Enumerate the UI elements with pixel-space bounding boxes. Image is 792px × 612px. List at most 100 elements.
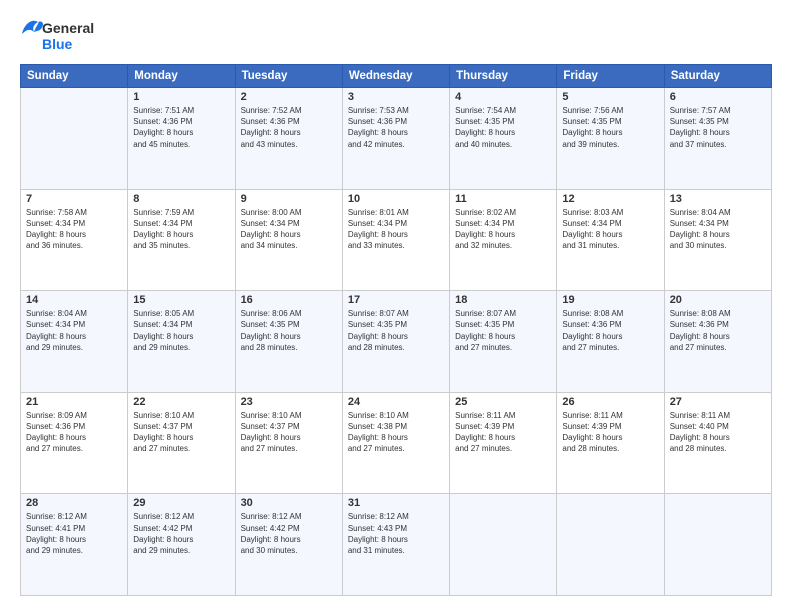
day-number: 21	[26, 396, 122, 408]
calendar-cell: 31Sunrise: 8:12 AMSunset: 4:43 PMDayligh…	[342, 494, 449, 596]
calendar-cell: 26 Sunrise: 8:11 AMSunset: 4:39 PMDayligh…	[557, 392, 664, 494]
day-info: Sunrise: 8:08 AMSunset: 4:36 PMDaylight:…	[562, 308, 658, 353]
day-info: Sunrise: 8:08 AMSunset: 4:36 PMDaylight:…	[670, 308, 766, 353]
day-info: Sunrise: 8:12 AMSunset: 4:42 PMDaylight:…	[241, 511, 337, 556]
day-number: 30	[241, 497, 337, 509]
calendar-cell: 2 Sunrise: 7:52 AMSunset: 4:36 PMDaylight…	[235, 88, 342, 190]
calendar-cell: 27 Sunrise: 8:11 AMSunset: 4:40 PMDayligh…	[664, 392, 771, 494]
day-info: Sunrise: 8:01 AMSunset: 4:34 PMDaylight:…	[348, 207, 444, 252]
day-number: 24	[348, 396, 444, 408]
calendar-cell: 21 Sunrise: 8:09 AMSunset: 4:36 PMDayligh…	[21, 392, 128, 494]
day-info: Sunrise: 8:10 AMSunset: 4:37 PMDaylight:…	[241, 410, 337, 455]
calendar-cell: 6 Sunrise: 7:57 AMSunset: 4:35 PMDaylight…	[664, 88, 771, 190]
calendar-cell: 11Sunrise: 8:02 AMSunset: 4:34 PMDayligh…	[450, 189, 557, 291]
day-number: 28	[26, 497, 122, 509]
calendar-header-thursday: Thursday	[450, 65, 557, 88]
day-number: 12	[562, 193, 658, 205]
day-number: 17	[348, 294, 444, 306]
day-info: Sunrise: 7:58 AMSunset: 4:34 PMDaylight:…	[26, 207, 122, 252]
day-number: 5	[562, 91, 658, 103]
calendar-week-row: 21 Sunrise: 8:09 AMSunset: 4:36 PMDayligh…	[21, 392, 772, 494]
calendar-header-row: SundayMondayTuesdayWednesdayThursdayFrid…	[21, 65, 772, 88]
calendar-cell: 5 Sunrise: 7:56 AMSunset: 4:35 PMDaylight…	[557, 88, 664, 190]
day-number: 10	[348, 193, 444, 205]
day-info: Sunrise: 8:11 AMSunset: 4:39 PMDaylight:…	[455, 410, 551, 455]
calendar-header-saturday: Saturday	[664, 65, 771, 88]
page: GeneralBlue SundayMondayTuesdayWednesday…	[0, 0, 792, 612]
calendar-cell: 28 Sunrise: 8:12 AMSunset: 4:41 PMDayligh…	[21, 494, 128, 596]
calendar-week-row: 1Sunrise: 7:51 AMSunset: 4:36 PMDaylight…	[21, 88, 772, 190]
calendar-cell: 15Sunrise: 8:05 AMSunset: 4:34 PMDayligh…	[128, 291, 235, 393]
day-info: Sunrise: 8:10 AMSunset: 4:37 PMDaylight:…	[133, 410, 229, 455]
day-number: 9	[241, 193, 337, 205]
day-number: 27	[670, 396, 766, 408]
day-info: Sunrise: 8:04 AMSunset: 4:34 PMDaylight:…	[26, 308, 122, 353]
calendar-cell	[450, 494, 557, 596]
day-info: Sunrise: 8:11 AMSunset: 4:39 PMDaylight:…	[562, 410, 658, 455]
calendar-cell: 17 Sunrise: 8:07 AMSunset: 4:35 PMDayligh…	[342, 291, 449, 393]
day-number: 19	[562, 294, 658, 306]
calendar-week-row: 28 Sunrise: 8:12 AMSunset: 4:41 PMDayligh…	[21, 494, 772, 596]
day-info: Sunrise: 8:09 AMSunset: 4:36 PMDaylight:…	[26, 410, 122, 455]
day-number: 11	[455, 193, 551, 205]
calendar-week-row: 7Sunrise: 7:58 AMSunset: 4:34 PMDaylight…	[21, 189, 772, 291]
day-info: Sunrise: 7:51 AMSunset: 4:36 PMDaylight:…	[133, 105, 229, 150]
svg-text:General: General	[42, 20, 94, 36]
day-info: Sunrise: 8:06 AMSunset: 4:35 PMDaylight:…	[241, 308, 337, 353]
day-number: 22	[133, 396, 229, 408]
calendar-cell: 29Sunrise: 8:12 AMSunset: 4:42 PMDayligh…	[128, 494, 235, 596]
day-info: Sunrise: 7:56 AMSunset: 4:35 PMDaylight:…	[562, 105, 658, 150]
calendar-header-tuesday: Tuesday	[235, 65, 342, 88]
calendar-cell	[664, 494, 771, 596]
day-number: 13	[670, 193, 766, 205]
day-number: 20	[670, 294, 766, 306]
day-info: Sunrise: 7:59 AMSunset: 4:34 PMDaylight:…	[133, 207, 229, 252]
calendar-cell: 18 Sunrise: 8:07 AMSunset: 4:35 PMDayligh…	[450, 291, 557, 393]
calendar-cell: 23Sunrise: 8:10 AMSunset: 4:37 PMDayligh…	[235, 392, 342, 494]
day-number: 29	[133, 497, 229, 509]
calendar-cell: 4 Sunrise: 7:54 AMSunset: 4:35 PMDaylight…	[450, 88, 557, 190]
day-info: Sunrise: 8:04 AMSunset: 4:34 PMDaylight:…	[670, 207, 766, 252]
header: GeneralBlue	[20, 16, 772, 54]
day-number: 14	[26, 294, 122, 306]
calendar-cell	[557, 494, 664, 596]
calendar-cell: 22 Sunrise: 8:10 AMSunset: 4:37 PMDayligh…	[128, 392, 235, 494]
calendar-cell: 14 Sunrise: 8:04 AMSunset: 4:34 PMDayligh…	[21, 291, 128, 393]
svg-text:Blue: Blue	[42, 36, 73, 52]
day-number: 2	[241, 91, 337, 103]
day-info: Sunrise: 7:54 AMSunset: 4:35 PMDaylight:…	[455, 105, 551, 150]
calendar-cell: 30 Sunrise: 8:12 AMSunset: 4:42 PMDayligh…	[235, 494, 342, 596]
day-number: 3	[348, 91, 444, 103]
day-info: Sunrise: 7:57 AMSunset: 4:35 PMDaylight:…	[670, 105, 766, 150]
calendar-cell: 12 Sunrise: 8:03 AMSunset: 4:34 PMDayligh…	[557, 189, 664, 291]
day-info: Sunrise: 8:03 AMSunset: 4:34 PMDaylight:…	[562, 207, 658, 252]
day-info: Sunrise: 7:53 AMSunset: 4:36 PMDaylight:…	[348, 105, 444, 150]
day-info: Sunrise: 8:12 AMSunset: 4:41 PMDaylight:…	[26, 511, 122, 556]
day-number: 6	[670, 91, 766, 103]
calendar-cell: 20 Sunrise: 8:08 AMSunset: 4:36 PMDayligh…	[664, 291, 771, 393]
day-number: 31	[348, 497, 444, 509]
day-info: Sunrise: 8:11 AMSunset: 4:40 PMDaylight:…	[670, 410, 766, 455]
calendar-cell: 9Sunrise: 8:00 AMSunset: 4:34 PMDaylight…	[235, 189, 342, 291]
day-number: 18	[455, 294, 551, 306]
day-number: 26	[562, 396, 658, 408]
day-info: Sunrise: 7:52 AMSunset: 4:36 PMDaylight:…	[241, 105, 337, 150]
day-number: 4	[455, 91, 551, 103]
logo-icon: GeneralBlue	[20, 16, 110, 54]
calendar-cell: 10 Sunrise: 8:01 AMSunset: 4:34 PMDayligh…	[342, 189, 449, 291]
calendar-cell: 3 Sunrise: 7:53 AMSunset: 4:36 PMDaylight…	[342, 88, 449, 190]
calendar-cell: 24 Sunrise: 8:10 AMSunset: 4:38 PMDayligh…	[342, 392, 449, 494]
calendar-table: SundayMondayTuesdayWednesdayThursdayFrid…	[20, 64, 772, 596]
day-info: Sunrise: 8:05 AMSunset: 4:34 PMDaylight:…	[133, 308, 229, 353]
calendar-cell: 25 Sunrise: 8:11 AMSunset: 4:39 PMDayligh…	[450, 392, 557, 494]
day-number: 25	[455, 396, 551, 408]
day-info: Sunrise: 8:07 AMSunset: 4:35 PMDaylight:…	[455, 308, 551, 353]
day-info: Sunrise: 8:07 AMSunset: 4:35 PMDaylight:…	[348, 308, 444, 353]
calendar-header-wednesday: Wednesday	[342, 65, 449, 88]
calendar-header-monday: Monday	[128, 65, 235, 88]
calendar-cell: 7Sunrise: 7:58 AMSunset: 4:34 PMDaylight…	[21, 189, 128, 291]
calendar-header-friday: Friday	[557, 65, 664, 88]
calendar-cell: 1Sunrise: 7:51 AMSunset: 4:36 PMDaylight…	[128, 88, 235, 190]
day-info: Sunrise: 8:10 AMSunset: 4:38 PMDaylight:…	[348, 410, 444, 455]
calendar-cell: 19 Sunrise: 8:08 AMSunset: 4:36 PMDayligh…	[557, 291, 664, 393]
